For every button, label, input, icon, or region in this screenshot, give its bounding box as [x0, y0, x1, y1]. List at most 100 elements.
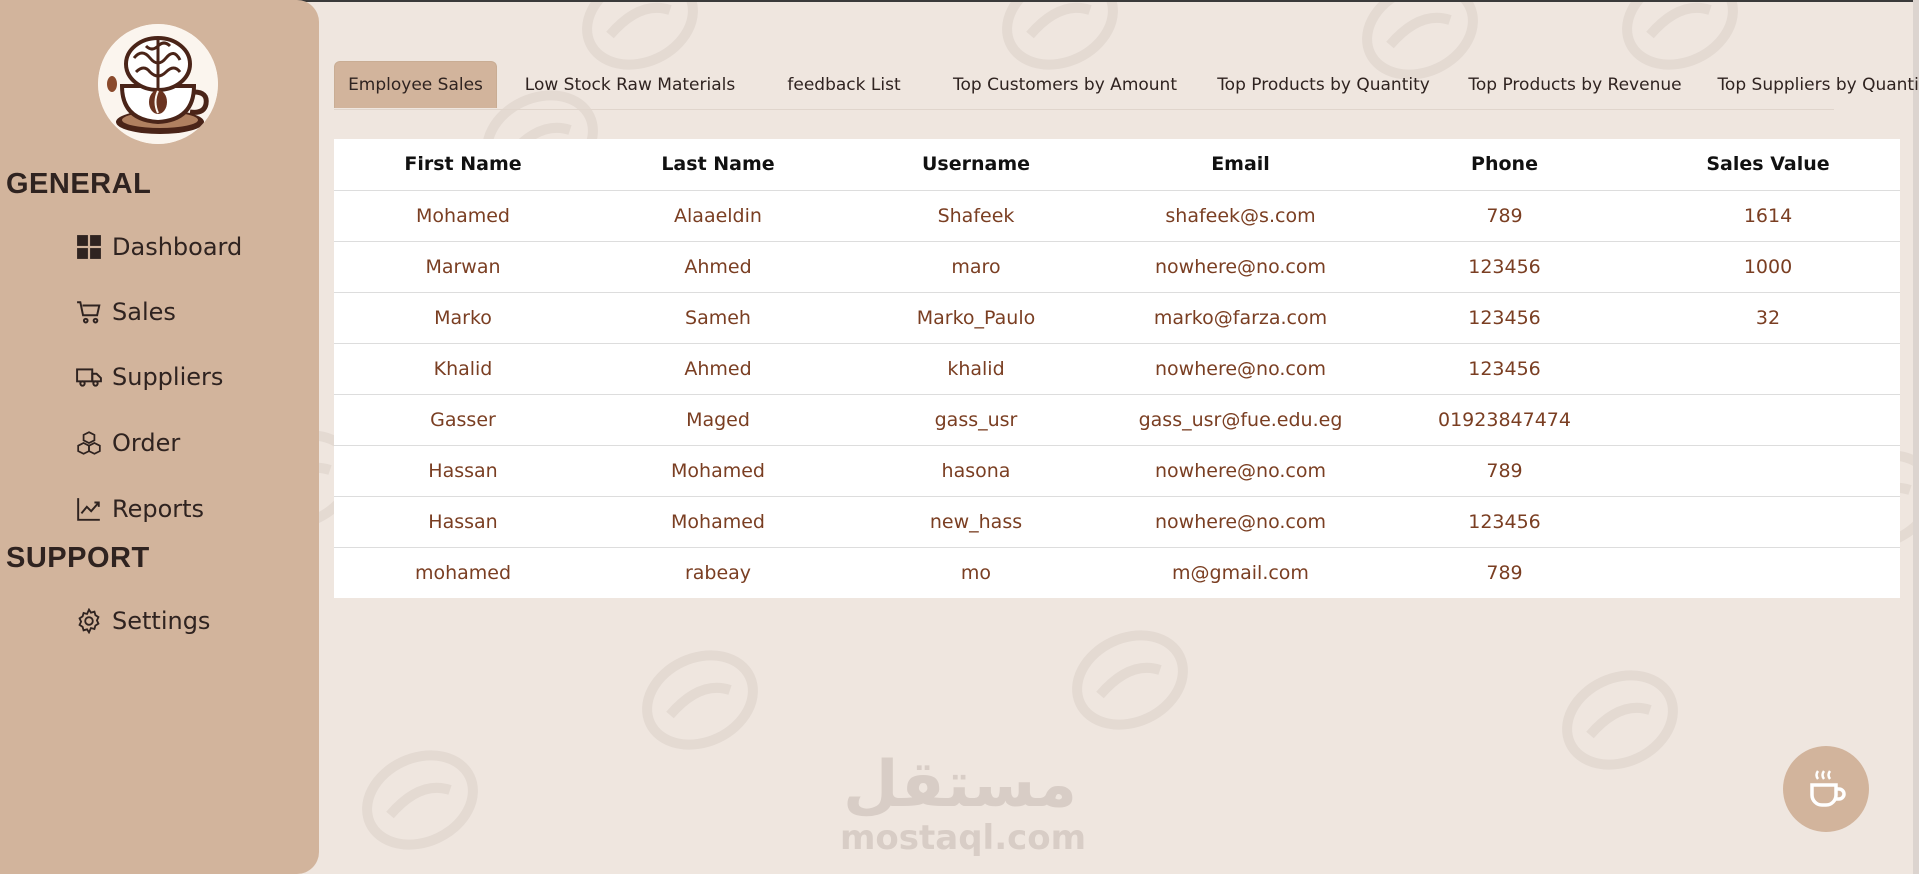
bean-decoration: [386, 782, 452, 819]
table-cell: nowhere@no.com: [1108, 241, 1373, 293]
table-cell: gass_usr: [844, 394, 1108, 446]
tab-top-products-by-revenue[interactable]: Top Products by Revenue: [1451, 61, 1699, 108]
table-row[interactable]: Gasser Maged gass_usr gass_usr@fue.edu.eg 01…: [334, 394, 1900, 446]
bean-decoration: [1562, 670, 1678, 770]
table-row[interactable]: Marwan Ahmed maro nowhere@no.com 123456 1000: [334, 241, 1900, 293]
sidebar-item-order[interactable]: Order: [76, 423, 180, 463]
table-cell: rabeay: [684, 561, 752, 584]
watermark: مستقل mostaql.com: [840, 748, 1086, 856]
table-cell: Khalid: [334, 343, 592, 395]
grid-icon: [76, 234, 102, 260]
sidebar-item-sales[interactable]: Sales: [76, 292, 176, 332]
table-cell: Alaaeldin: [592, 190, 844, 242]
coffee-cup-icon: [1810, 770, 1846, 807]
table-cell: [1636, 547, 1900, 598]
sidebar-item-label: Suppliers: [112, 363, 224, 391]
table-cell: 789: [1373, 190, 1636, 242]
column-header-username[interactable]: Username: [844, 139, 1108, 191]
table-cell: Marko: [334, 292, 592, 344]
table-cell: 1614: [1636, 190, 1900, 242]
table-cell: gass_usr@fue.edu.eg: [1108, 394, 1373, 446]
table-cell: m@gmail.com: [1172, 561, 1309, 584]
table-body: Mohamed Alaaeldin Shafeek shafeek@s.com 789 1…: [334, 190, 1900, 598]
table-cell: Gasser: [334, 394, 592, 446]
bean-decoration: [1096, 662, 1162, 699]
table-cell: 789: [1373, 445, 1636, 497]
table-cell: mo: [960, 561, 992, 584]
table-cell: 1000: [1636, 241, 1900, 293]
tab-top-products-by-quantity[interactable]: Top Products by Quantity: [1196, 61, 1451, 108]
bean-decoration: [1586, 702, 1652, 739]
table-cell: new_hass: [844, 496, 1108, 548]
table-row[interactable]: Mohamed Alaaeldin Shafeek shafeek@s.com 789 1…: [334, 190, 1900, 242]
table-header-row: First Name Last Name Username Email Phon…: [334, 139, 1900, 191]
tab-top-suppliers-by-quantity[interactable]: Top Suppliers by Quantity: [1699, 61, 1919, 108]
table-row[interactable]: Hassan Mohamed new_hass nowhere@no.com 12345…: [334, 496, 1900, 548]
table-cell: Sameh: [592, 292, 844, 344]
table-cell: [1636, 496, 1900, 548]
watermark-arabic: مستقل: [842, 748, 1078, 822]
boxes-icon: [76, 430, 102, 456]
table-cell: Mohamed: [592, 445, 844, 497]
table-cell: Marko_Paulo: [844, 292, 1108, 344]
sidebar-item-label: Sales: [112, 298, 176, 326]
scrollbar[interactable]: [1913, 0, 1919, 874]
column-header-first-name[interactable]: First Name: [334, 139, 592, 191]
cart-icon: [76, 299, 102, 325]
table-cell: mohamed: [414, 561, 512, 584]
bean-decoration: [1386, 12, 1452, 49]
table-cell: 789: [1486, 561, 1523, 584]
column-header-sales-value[interactable]: Sales Value: [1636, 139, 1900, 191]
table-row[interactable]: mohamed rabeay mo m@gmail.com 789: [334, 547, 1900, 598]
table-cell: Ahmed: [592, 343, 844, 395]
tab-feedback-list[interactable]: feedback List: [754, 61, 934, 108]
column-header-email[interactable]: Email: [1108, 139, 1373, 191]
table-cell: 32: [1636, 292, 1900, 344]
table-cell: Shafeek: [844, 190, 1108, 242]
sidebar: GENERAL Dashboard Sales Suppliers Order …: [0, 0, 319, 874]
tab-low-stock-raw-materials[interactable]: Low Stock Raw Materials: [506, 61, 754, 108]
table-cell: shafeek@s.com: [1108, 190, 1373, 242]
sidebar-item-suppliers[interactable]: Suppliers: [76, 357, 223, 397]
table-cell: hasona: [844, 445, 1108, 497]
chart-line-icon: [76, 496, 102, 522]
tab-employee-sales[interactable]: Employee Sales: [334, 61, 497, 108]
bean-decoration: [606, 2, 672, 39]
table-cell: Marwan: [334, 241, 592, 293]
tab-top-customers-by-amount[interactable]: Top Customers by Amount: [934, 61, 1196, 108]
bean-decoration: [1072, 630, 1188, 730]
bean-decoration: [642, 650, 758, 750]
sidebar-item-label: Reports: [112, 495, 205, 523]
table-cell: marko@farza.com: [1108, 292, 1373, 344]
section-heading-general: GENERAL: [6, 168, 152, 200]
table-cell: 123456: [1373, 496, 1636, 548]
table-row[interactable]: Hassan Mohamed hasona nowhere@no.com 789: [334, 445, 1900, 497]
table-row[interactable]: Khalid Ahmed khalid nowhere@no.com 123456: [334, 343, 1900, 395]
bean-decoration: [666, 682, 732, 719]
sidebar-item-label: Settings: [112, 607, 211, 635]
table-cell: nowhere@no.com: [1108, 343, 1373, 395]
employee-sales-table: First Name Last Name Username Email Phon…: [334, 139, 1900, 598]
table-cell: khalid: [844, 343, 1108, 395]
table-cell: 01923847474: [1373, 394, 1636, 446]
coffee-fab-button[interactable]: [1783, 746, 1869, 832]
table-cell: Mohamed: [334, 190, 592, 242]
sidebar-item-reports[interactable]: Reports: [76, 489, 204, 529]
table-cell: nowhere@no.com: [1108, 445, 1373, 497]
table-cell: [1636, 343, 1900, 395]
table-cell: Ahmed: [592, 241, 844, 293]
table-cell: Hassan: [334, 496, 592, 548]
gear-icon: [76, 608, 102, 634]
sidebar-item-dashboard[interactable]: Dashboard: [76, 227, 242, 267]
table-row[interactable]: Marko Sameh Marko_Paulo marko@farza.com 1234…: [334, 292, 1900, 344]
table-cell: [1636, 394, 1900, 446]
table-cell: maro: [844, 241, 1108, 293]
column-header-last-name[interactable]: Last Name: [592, 139, 844, 191]
sidebar-item-settings[interactable]: Settings: [76, 601, 210, 641]
sidebar-item-label: Order: [112, 429, 181, 457]
table-cell: [1636, 445, 1900, 497]
table-cell: Hassan: [334, 445, 592, 497]
column-header-phone[interactable]: Phone: [1373, 139, 1636, 191]
coffee-brain-logo[interactable]: [98, 24, 218, 144]
table-cell: 123456: [1373, 292, 1636, 344]
